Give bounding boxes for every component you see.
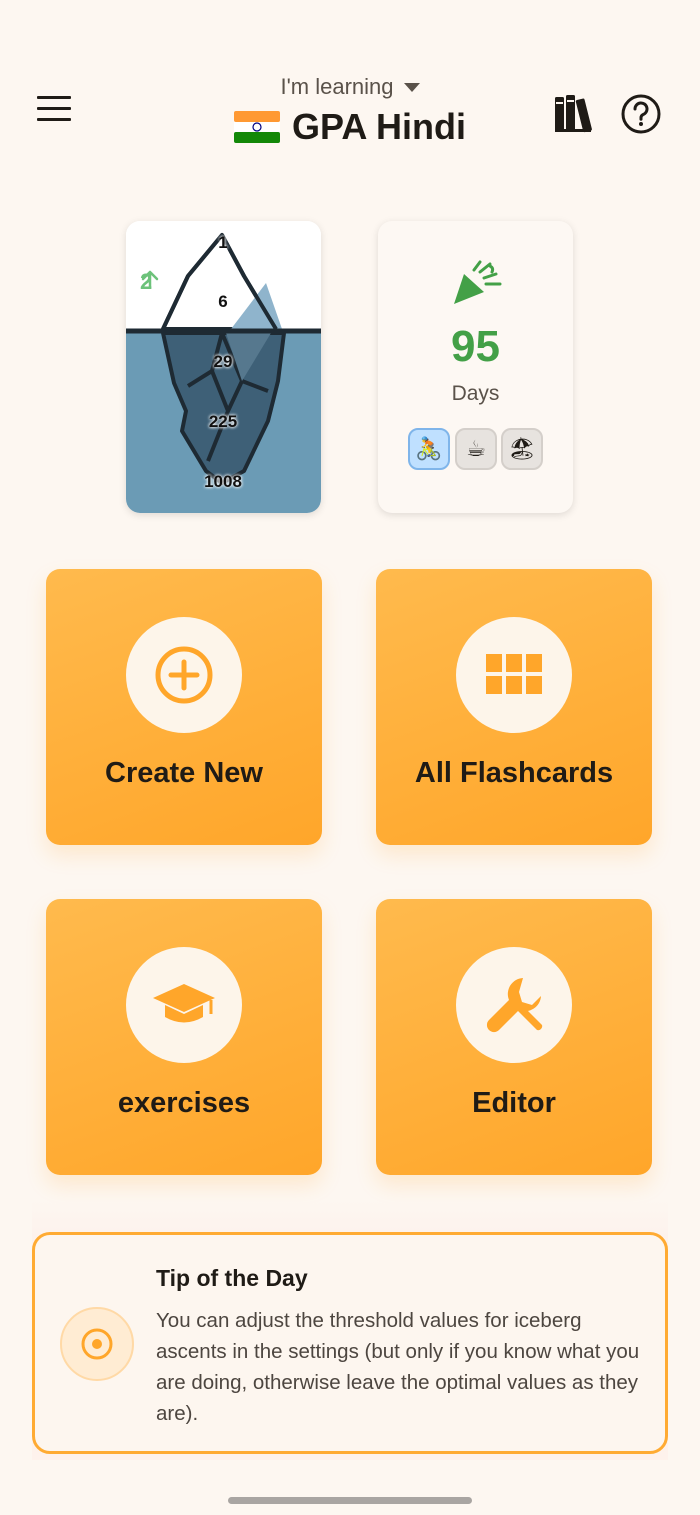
streak-label: Days [451,382,500,405]
help-icon [621,94,661,134]
editor-button[interactable]: Editor [376,899,652,1175]
iceberg-level-4: 225 [208,412,238,431]
learning-subtitle: I'm learning [280,74,394,99]
language-selector[interactable]: I'm learning GPA Hindi [0,74,700,148]
tip-of-the-day-card[interactable]: Tip of the Day You can adjust the thresh… [32,1232,668,1454]
graduation-cap-icon [153,984,215,1023]
party-popper-icon [454,260,502,304]
tip-title: Tip of the Day [156,1265,308,1291]
streak-count: 95 [451,322,500,371]
iceberg-ascent-indicator: 2 [140,269,159,295]
iceberg-level-5: 1008 [204,472,242,491]
books-icon [555,95,592,133]
badge-coffee[interactable]: ☕ [455,428,497,470]
grid-icon [486,654,542,694]
editor-label: Editor [472,1087,556,1119]
create-new-button[interactable]: Create New [46,569,322,845]
tile-icon-circle [126,947,242,1063]
beach-umbrella-icon: 🏖 [508,436,536,461]
exercises-button[interactable]: exercises [46,899,322,1175]
wrench-icon [486,978,543,1033]
tip-text: You can adjust the threshold values for … [156,1309,640,1425]
iceberg-level-2: 6 [218,292,228,311]
create-new-label: Create New [105,757,263,789]
arrow-up-icon [141,270,159,289]
help-button[interactable] [620,93,662,135]
badge-cycling[interactable]: 🚴 [408,428,450,470]
library-button[interactable] [553,94,593,134]
language-title: GPA Hindi [234,106,466,148]
coffee-icon: ☕ [466,436,486,461]
language-selector-label: I'm learning [280,74,420,100]
iceberg-level-1: 1 [218,233,228,252]
home-indicator[interactable] [228,1497,472,1504]
tile-icon-circle [456,947,572,1063]
cyclist-icon: 🚴 [415,436,443,461]
india-flag-icon [234,111,280,143]
target-icon [81,1328,113,1360]
iceberg-level-3: 29 [213,352,233,371]
iceberg-card[interactable]: 2 1 6 29 225 1008 [126,221,321,513]
add-circle-icon [155,646,213,704]
all-flashcards-button[interactable]: All Flashcards [376,569,652,845]
badge-beach[interactable]: 🏖 [501,428,543,470]
tile-icon-circle [456,617,572,733]
all-flashcards-label: All Flashcards [414,757,614,789]
exercises-label: exercises [117,1087,251,1119]
tile-icon-circle [126,617,242,733]
tip-icon-circle [60,1307,134,1381]
chevron-down-icon [403,82,420,92]
language-name: GPA Hindi [292,106,466,147]
